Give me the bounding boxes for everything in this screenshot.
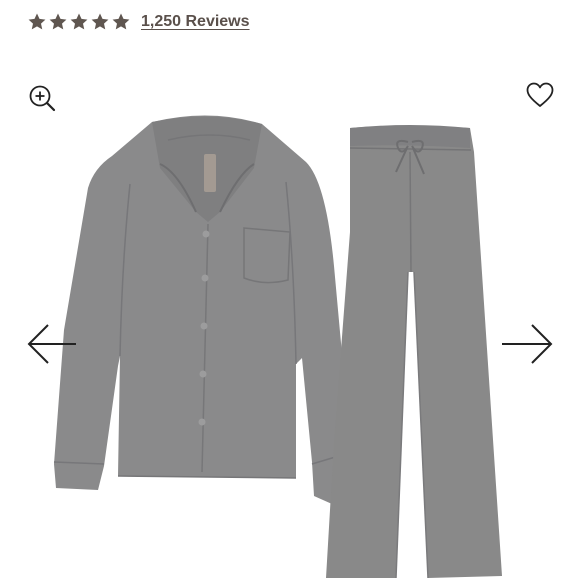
product-image [53, 115, 502, 579]
next-image-button[interactable] [500, 322, 554, 366]
zoom-button[interactable] [28, 84, 56, 112]
product-gallery: 1,250 Reviews [0, 0, 580, 580]
rating-summary: 1,250 Reviews [27, 12, 250, 32]
zoom-in-icon [29, 85, 56, 112]
star-icon [70, 13, 88, 30]
pajama-pants [326, 125, 502, 579]
wishlist-button[interactable] [526, 82, 554, 108]
star-icon [112, 13, 130, 30]
star-icon [28, 13, 46, 30]
heart-icon [526, 82, 554, 107]
reviews-link[interactable]: 1,250 Reviews [141, 13, 250, 31]
arrow-right-icon [502, 324, 553, 364]
previous-image-button[interactable] [26, 322, 78, 366]
star-icon [49, 13, 67, 30]
star-rating [27, 12, 131, 32]
pajama-shirt [53, 115, 358, 504]
arrow-left-icon [27, 324, 76, 364]
star-icon [91, 13, 109, 30]
